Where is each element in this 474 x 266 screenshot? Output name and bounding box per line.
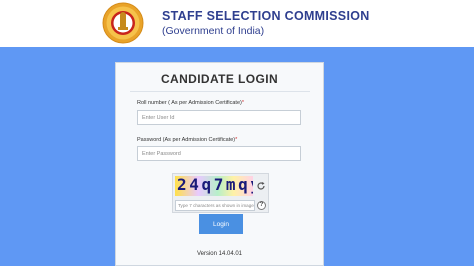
roll-required-mark: * [241,100,244,106]
password-required-mark: * [235,137,238,143]
password-label-text: Password (As per Admission Certificate) [137,137,236,143]
roll-number-label-text: Roll number ( As per Admission Certifica… [137,100,242,106]
organization-subtitle: (Government of India) [162,25,265,37]
password-label: Password (As per Admission Certificate)* [137,137,237,143]
roll-number-input[interactable] [137,110,301,125]
captcha-text: 24q7mqy [177,176,253,194]
ssc-emblem-icon [102,2,144,44]
password-input[interactable] [137,146,301,161]
candidate-login-card: CANDIDATE LOGIN Roll number ( As per Adm… [115,62,324,266]
help-icon[interactable]: ? [257,201,266,210]
title-divider [130,91,310,92]
login-title: CANDIDATE LOGIN [160,72,279,86]
captcha-box: 24q7mqy ? [172,173,269,213]
captcha-image: 24q7mqy [175,176,253,196]
site-header: STAFF SELECTION COMMISSION (Government o… [0,0,474,47]
captcha-input[interactable] [175,200,255,211]
refresh-icon[interactable] [256,181,266,191]
version-text: Version 14.04.01 [196,251,243,257]
login-button[interactable]: Login [199,214,243,234]
organization-name: STAFF SELECTION COMMISSION [162,9,370,23]
roll-number-label: Roll number ( As per Admission Certifica… [137,100,244,106]
